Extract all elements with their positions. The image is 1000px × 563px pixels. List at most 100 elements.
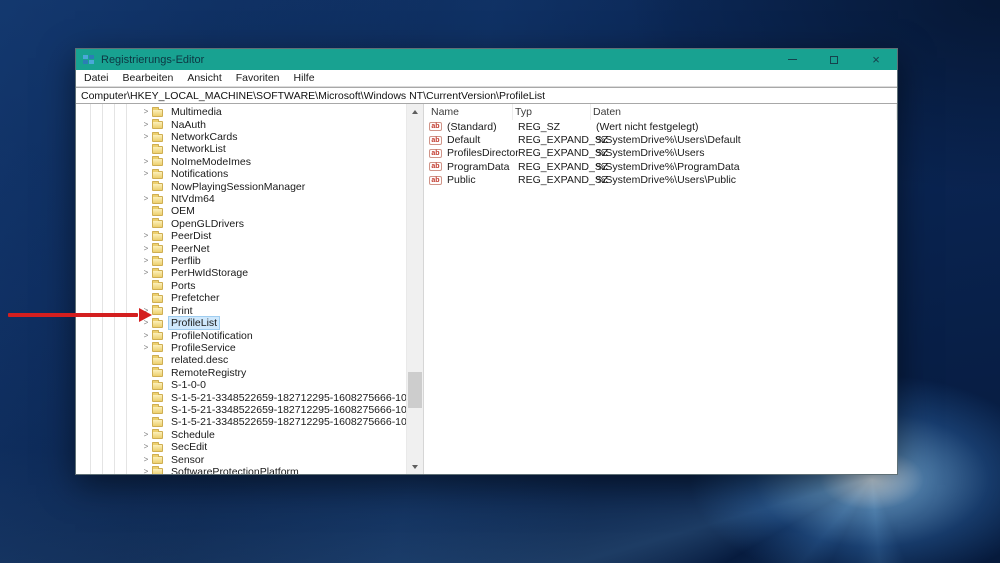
tree-item-label[interactable]: Prefetcher <box>169 292 221 304</box>
menu-item-hilfe[interactable]: Hilfe <box>294 72 315 84</box>
tree-item-label[interactable]: S-1-0-0 <box>169 379 208 391</box>
tree-item[interactable]: > ProfileService <box>76 342 406 354</box>
tree-item-label[interactable]: Notifications <box>169 168 230 180</box>
chevron-right-icon[interactable]: > <box>140 467 152 474</box>
tree-item[interactable]: > Sensor <box>76 453 406 466</box>
tree-item-label[interactable]: SoftwareProtectionPlatform <box>169 466 301 474</box>
tree-item[interactable]: > Schedule <box>76 429 406 441</box>
tree-item[interactable]: S-1-0-0 <box>76 379 406 391</box>
tree-item-label[interactable]: ProfileList <box>167 316 221 331</box>
tree-item[interactable]: OEM <box>76 205 406 217</box>
tree-item[interactable]: > NtVdm64 <box>76 193 406 205</box>
tree-item[interactable]: > NaAuth <box>76 118 406 131</box>
tree-item-label[interactable]: NetworkList <box>169 143 228 155</box>
column-header-name[interactable]: Name <box>424 104 513 120</box>
chevron-right-icon[interactable]: > <box>140 194 152 204</box>
close-button[interactable]: × <box>855 49 897 70</box>
tree-item-label[interactable]: ProfileNotification <box>169 330 255 342</box>
chevron-right-icon[interactable]: > <box>140 132 152 142</box>
minimize-button[interactable] <box>771 49 813 70</box>
tree-item-label[interactable]: S-1-5-21-3348522659-182712295-1608275666… <box>169 392 406 404</box>
tree-item[interactable]: > NoImeModeImes <box>76 156 406 168</box>
chevron-right-icon[interactable]: > <box>140 455 152 465</box>
value-row[interactable]: ab ProgramData REG_EXPAND_SZ %SystemDrive%\… <box>424 160 897 173</box>
tree-item[interactable]: Prefetcher <box>76 292 406 304</box>
tree-item[interactable]: NetworkList <box>76 143 406 155</box>
tree-scrollbar[interactable] <box>406 104 423 474</box>
tree-item-label[interactable]: S-1-5-21-3348522659-182712295-1608275666… <box>169 416 406 428</box>
chevron-right-icon[interactable]: > <box>140 268 152 278</box>
chevron-right-icon[interactable]: > <box>140 343 152 353</box>
tree-item-label[interactable]: RemoteRegistry <box>169 367 248 379</box>
tree-item[interactable]: > Perflib <box>76 255 406 267</box>
chevron-right-icon[interactable]: > <box>140 107 152 117</box>
tree-item-label[interactable]: NtVdm64 <box>169 193 217 205</box>
tree-item-label[interactable]: NoImeModeImes <box>169 156 253 168</box>
chevron-right-icon[interactable]: > <box>140 442 152 452</box>
tree-item-label[interactable]: Schedule <box>169 429 217 441</box>
value-row[interactable]: ab ProfilesDirectory REG_EXPAND_SZ %SystemD… <box>424 147 897 160</box>
tree-item[interactable]: S-1-5-21-3348522659-182712295-1608275666… <box>76 391 406 404</box>
tree-item[interactable]: > Print <box>76 305 406 317</box>
tree-item[interactable]: > Multimedia <box>76 106 406 118</box>
chevron-right-icon[interactable]: > <box>140 231 152 241</box>
chevron-right-icon[interactable]: > <box>140 306 152 316</box>
chevron-right-icon[interactable]: > <box>140 244 152 254</box>
tree-item[interactable]: > NetworkCards <box>76 131 406 143</box>
maximize-button[interactable] <box>813 49 855 70</box>
tree-item-label[interactable]: Ports <box>169 280 198 292</box>
tree-item-label[interactable]: NaAuth <box>169 119 208 131</box>
tree-item[interactable]: > Notifications <box>76 168 406 180</box>
address-bar[interactable]: Computer\HKEY_LOCAL_MACHINE\SOFTWARE\Mic… <box>76 87 897 104</box>
scrollbar-up-icon[interactable] <box>407 104 423 119</box>
scrollbar-down-icon[interactable] <box>407 459 423 474</box>
tree-item-label[interactable]: S-1-5-21-3348522659-182712295-1608275666… <box>169 404 406 416</box>
tree-item-label[interactable]: OpenGLDrivers <box>169 218 246 230</box>
menu-item-favoriten[interactable]: Favoriten <box>236 72 280 84</box>
tree-item-label[interactable]: Perflib <box>169 255 203 267</box>
tree-item[interactable]: > PerHwIdStorage <box>76 267 406 279</box>
tree-item-label[interactable]: ProfileService <box>169 342 238 354</box>
menu-item-bearbeiten[interactable]: Bearbeiten <box>123 72 174 84</box>
tree-item[interactable]: NowPlayingSessionManager <box>76 180 406 193</box>
value-row[interactable]: ab Default REG_EXPAND_SZ %SystemDrive%\User… <box>424 133 897 146</box>
tree-item-label[interactable]: PerHwIdStorage <box>169 267 250 279</box>
tree-item[interactable]: > PeerNet <box>76 242 406 255</box>
chevron-right-icon[interactable]: > <box>140 318 152 328</box>
column-header-daten[interactable]: Daten <box>591 104 897 120</box>
chevron-right-icon[interactable]: > <box>140 256 152 266</box>
tree-item[interactable]: > ProfileList <box>76 316 406 331</box>
tree-item[interactable]: > PeerDist <box>76 230 406 242</box>
tree-item[interactable]: > ProfileNotification <box>76 329 406 342</box>
value-row[interactable]: ab Public REG_EXPAND_SZ %SystemDrive%\Users… <box>424 174 897 187</box>
tree-item[interactable]: > SecEdit <box>76 441 406 453</box>
tree-item[interactable]: related.desc <box>76 354 406 366</box>
tree-item-label[interactable]: PeerNet <box>169 243 212 255</box>
chevron-right-icon[interactable]: > <box>140 169 152 179</box>
tree-item-label[interactable]: related.desc <box>169 354 230 366</box>
tree-item[interactable]: RemoteRegistry <box>76 367 406 379</box>
menu-item-ansicht[interactable]: Ansicht <box>187 72 221 84</box>
tree-item-label[interactable]: NowPlayingSessionManager <box>169 181 307 193</box>
scrollbar-track[interactable] <box>407 119 423 459</box>
chevron-right-icon[interactable]: > <box>140 430 152 440</box>
tree-item-label[interactable]: Multimedia <box>169 106 224 118</box>
tree-item-label[interactable]: SecEdit <box>169 441 209 453</box>
chevron-right-icon[interactable]: > <box>140 331 152 341</box>
tree-item[interactable]: S-1-5-21-3348522659-182712295-1608275666… <box>76 416 406 428</box>
tree-item-label[interactable]: PeerDist <box>169 230 213 242</box>
tree-item[interactable]: Ports <box>76 280 406 292</box>
tree-item-label[interactable]: Print <box>169 305 195 317</box>
chevron-right-icon[interactable]: > <box>140 157 152 167</box>
title-bar[interactable]: Registrierungs-Editor × <box>76 49 897 70</box>
chevron-right-icon[interactable]: > <box>140 120 152 130</box>
tree-item-label[interactable]: OEM <box>169 205 197 217</box>
column-header-typ[interactable]: Typ <box>513 104 591 120</box>
tree-item[interactable]: S-1-5-21-3348522659-182712295-1608275666… <box>76 404 406 416</box>
menu-item-datei[interactable]: Datei <box>84 72 109 84</box>
scrollbar-thumb[interactable] <box>408 372 422 408</box>
value-row[interactable]: ab (Standard) REG_SZ (Wert nicht festgelegt… <box>424 120 897 133</box>
tree-item-label[interactable]: NetworkCards <box>169 131 240 143</box>
tree-item[interactable]: OpenGLDrivers <box>76 218 406 230</box>
tree-item[interactable]: > SoftwareProtectionPlatform <box>76 466 406 474</box>
